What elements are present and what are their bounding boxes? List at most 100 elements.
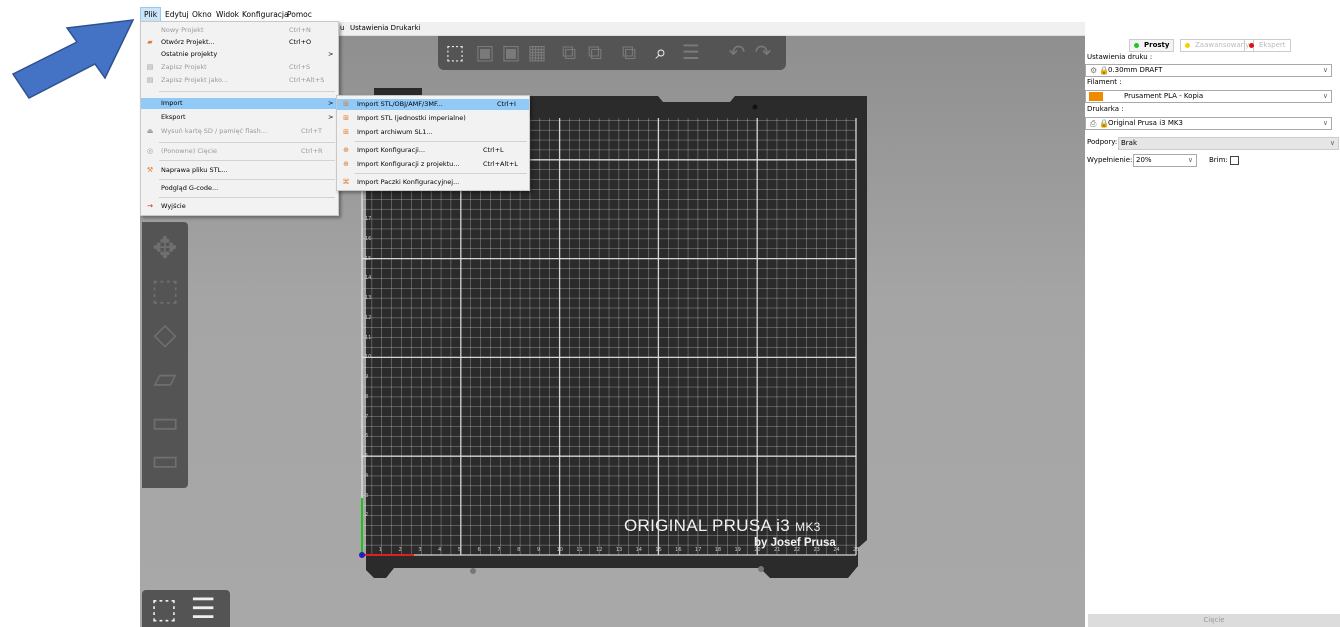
x-axis-tick-label: 13 bbox=[615, 547, 623, 553]
open-project-label: Otwórz Projekt... bbox=[161, 38, 215, 46]
tab-partial[interactable]: u bbox=[340, 22, 344, 35]
menu-item-new-project[interactable]: Nowy Projekt Ctrl+N bbox=[141, 25, 338, 36]
move-icon[interactable]: ✥ bbox=[148, 232, 182, 266]
save-project-label: Zapisz Projekt bbox=[161, 63, 207, 71]
x-axis-tick-label: 25 bbox=[853, 547, 860, 553]
bed-logo: ORIGINAL PRUSA i3 MK3 bbox=[624, 516, 821, 536]
x-axis-tick-label: 18 bbox=[714, 547, 722, 553]
menu-item-import-stl[interactable]: ⊞ Import STL/OBJ/AMF/3MF... Ctrl+I bbox=[337, 99, 529, 110]
x-axis-tick-label: 15 bbox=[655, 547, 662, 553]
menu-separator bbox=[355, 141, 527, 142]
mode-simple[interactable]: Prosty bbox=[1129, 39, 1175, 52]
import-config-project-label: Import Konfiguracji z projektu... bbox=[357, 160, 460, 168]
menu-separator bbox=[159, 160, 335, 161]
layers-icon[interactable]: ☰ bbox=[680, 41, 702, 63]
preview-layers-icon[interactable]: ☰ bbox=[186, 593, 220, 625]
menu-okno[interactable]: Okno bbox=[189, 8, 215, 21]
copy-icon[interactable]: ⧉ bbox=[558, 41, 580, 63]
rotate-icon[interactable]: ◇ bbox=[148, 318, 182, 352]
filament-label: Filament : bbox=[1087, 78, 1122, 86]
tab-printer-settings[interactable]: Ustawienia Drukarki bbox=[350, 22, 420, 35]
mode-dot-icon bbox=[1249, 43, 1254, 48]
scale-icon[interactable]: ⬚ bbox=[148, 274, 182, 308]
y-axis-tick-label: 9 bbox=[365, 374, 369, 381]
menu-item-quit[interactable]: → Wyjście bbox=[141, 201, 338, 212]
printer-icon: ⎙ bbox=[1090, 119, 1097, 128]
supports-paint-icon[interactable]: ▭ bbox=[148, 444, 182, 478]
menu-separator bbox=[159, 179, 335, 180]
import-stl-shortcut: Ctrl+I bbox=[497, 100, 516, 108]
mode-expert[interactable]: Ekspert bbox=[1244, 39, 1291, 52]
import-stl-imperial-label: Import STL (jednostki imperialne) bbox=[357, 114, 466, 122]
slice-button[interactable]: Cięcie bbox=[1088, 614, 1340, 627]
y-axis-tick-label: 13 bbox=[365, 295, 372, 302]
print-settings-combo[interactable]: ⚙ 🔒 0.30mm DRAFT ∨ bbox=[1085, 64, 1332, 77]
menu-plik[interactable]: Plik bbox=[140, 7, 162, 22]
print-settings-value: 0.30mm DRAFT bbox=[1108, 66, 1163, 74]
y-axis-tick-label: 3 bbox=[365, 492, 369, 499]
import-plus-icon: ⊞ bbox=[343, 114, 349, 122]
menu-item-import[interactable]: Import > bbox=[141, 98, 338, 109]
bed-model: MK3 bbox=[795, 520, 821, 534]
printer-combo[interactable]: ⎙ 🔒 Original Prusa i3 MK3 ∨ bbox=[1085, 117, 1332, 130]
menu-item-recent-projects[interactable]: Ostatnie projekty > bbox=[141, 49, 338, 60]
supports-label: Podpory: bbox=[1087, 138, 1118, 146]
search-icon[interactable]: ⌕ bbox=[650, 41, 672, 63]
gcode-preview-label: Podgląd G-code... bbox=[161, 184, 219, 192]
x-axis-tick-label: 3 bbox=[418, 547, 422, 553]
y-axis-tick-label: 16 bbox=[365, 235, 372, 242]
undo-icon[interactable]: ↶ bbox=[726, 41, 748, 63]
menu-item-import-sl1[interactable]: ⊞ Import archiwum SL1... bbox=[337, 127, 529, 138]
delete-icon[interactable]: ▣ bbox=[474, 41, 496, 63]
menu-separator bbox=[159, 197, 335, 198]
menu-item-reslice[interactable]: ◎ (Ponowne) Cięcie Ctrl+R bbox=[141, 146, 338, 157]
menu-item-export[interactable]: Eksport > bbox=[141, 112, 338, 123]
filament-color-swatch[interactable] bbox=[1089, 92, 1103, 101]
x-axis-tick-label: 6 bbox=[477, 547, 481, 553]
infill-combo[interactable]: 20% ∨ bbox=[1133, 154, 1197, 167]
x-axis-tick-label: 17 bbox=[694, 547, 702, 553]
import-label: Import bbox=[161, 99, 183, 107]
x-axis-tick-label: 9 bbox=[536, 547, 541, 553]
brim-checkbox[interactable] bbox=[1230, 156, 1239, 165]
filament-combo[interactable]: Prusament PLA - Kopia ∨ bbox=[1085, 90, 1332, 103]
menu-item-gcode-preview[interactable]: Podgląd G-code... bbox=[141, 183, 338, 194]
x-axis-tick-label: 12 bbox=[596, 547, 603, 553]
menu-item-repair-stl[interactable]: ⚒ Naprawa pliku STL... bbox=[141, 165, 338, 176]
menu-widok[interactable]: Widok bbox=[213, 8, 242, 21]
redo-icon[interactable]: ↷ bbox=[752, 41, 774, 63]
recent-projects-label: Ostatnie projekty bbox=[161, 50, 218, 58]
menu-separator bbox=[159, 91, 335, 92]
brim-label: Brim: bbox=[1209, 156, 1228, 164]
chevron-down-icon: ∨ bbox=[1322, 119, 1328, 127]
place-on-face-icon[interactable]: ▱ bbox=[148, 362, 182, 396]
printer-label: Drukarka : bbox=[1087, 105, 1124, 113]
menu-item-open-project[interactable]: ▰ Otwórz Projekt... Ctrl+O bbox=[141, 37, 338, 48]
import-sl1-label: Import archiwum SL1... bbox=[357, 128, 433, 136]
menu-pomoc[interactable]: Pomoc bbox=[284, 8, 315, 21]
y-axis-tick-label: 8 bbox=[365, 393, 369, 400]
menu-item-save-project-as[interactable]: ▤ Zapisz Projekt jako... Ctrl+Alt+S bbox=[141, 75, 338, 86]
cut-icon[interactable]: ▭ bbox=[148, 406, 182, 440]
add-instance-icon[interactable]: ⧉ bbox=[618, 41, 640, 63]
menu-item-eject-sd[interactable]: ⏏ Wysuń kartę SD / pamięć flash... Ctrl+… bbox=[141, 126, 338, 137]
paste-icon[interactable]: ⧉ bbox=[584, 41, 606, 63]
arrange-icon[interactable]: ▦ bbox=[526, 41, 548, 63]
menu-item-import-config[interactable]: ⊕ Import Konfiguracji... Ctrl+L bbox=[337, 145, 529, 156]
bed-byline: by Josef Prusa bbox=[754, 537, 836, 549]
menu-item-import-bundle[interactable]: ⌘ Import Paczki Konfiguracyjnej... bbox=[337, 177, 529, 188]
y-axis-tick-label: 14 bbox=[365, 275, 372, 282]
config-icon: ⊕ bbox=[343, 160, 349, 168]
3d-view-icon[interactable]: ⬚ bbox=[147, 593, 181, 625]
menu-item-save-project[interactable]: ▤ Zapisz Projekt Ctrl+S bbox=[141, 62, 338, 73]
bed-brand: ORIGINAL PRUSA i3 bbox=[624, 516, 791, 535]
menu-item-import-stl-imperial[interactable]: ⊞ Import STL (jednostki imperialne) bbox=[337, 113, 529, 124]
eject-sd-shortcut: Ctrl+T bbox=[301, 127, 322, 135]
supports-combo[interactable]: Brak ∨ bbox=[1118, 137, 1339, 150]
add-object-icon[interactable]: ⬚ bbox=[444, 41, 466, 63]
submenu-arrow-icon: > bbox=[328, 99, 334, 107]
menu-edytuj[interactable]: Edytuj bbox=[162, 8, 192, 21]
menu-item-import-config-project[interactable]: ⊕ Import Konfiguracji z projektu... Ctrl… bbox=[337, 159, 529, 170]
chevron-down-icon: ∨ bbox=[1329, 139, 1335, 147]
delete-all-icon[interactable]: ▣ bbox=[500, 41, 522, 63]
